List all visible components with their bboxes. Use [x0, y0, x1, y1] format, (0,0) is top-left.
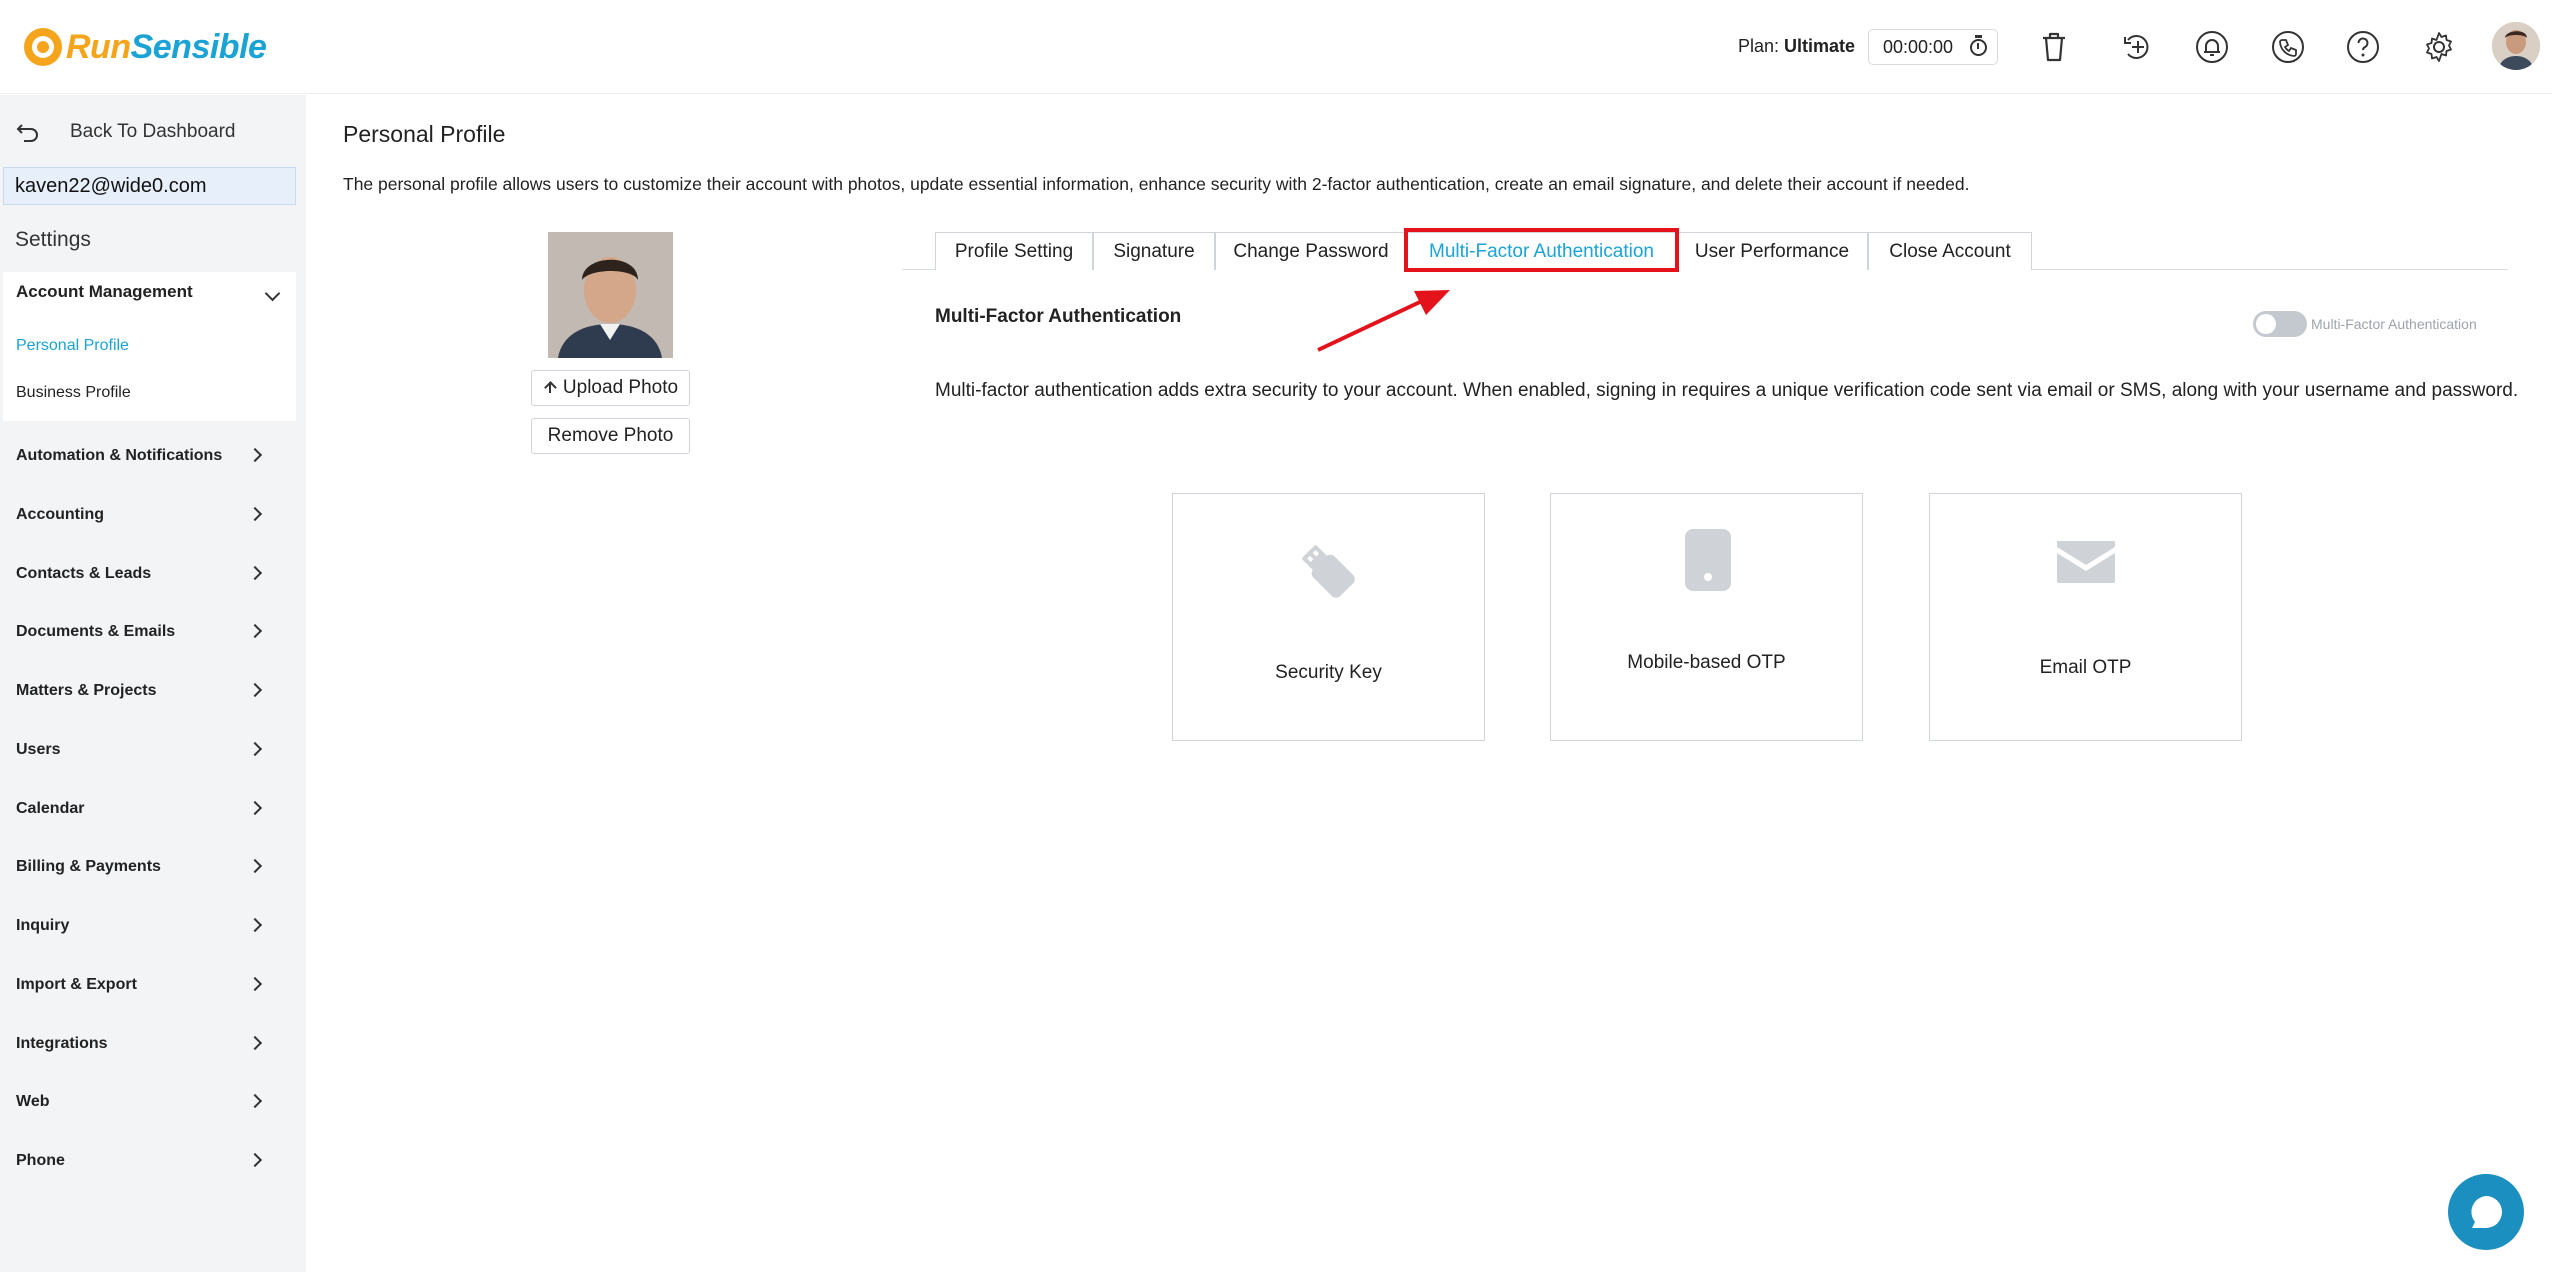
annotation-highlight-box	[1404, 228, 1679, 272]
mfa-description: Multi-factor authentication adds extra s…	[935, 380, 2519, 401]
user-avatar[interactable]	[2492, 22, 2540, 70]
sidebar-group-header[interactable]: Account Management	[16, 282, 193, 302]
mfa-option-label: Mobile-based OTP	[1627, 652, 1786, 673]
plan-prefix: Plan:	[1738, 36, 1785, 56]
chat-bubble-icon	[2471, 1196, 2502, 1228]
undo-arrow-icon	[16, 124, 38, 142]
envelope-icon	[2057, 541, 2115, 583]
sidebar-item-label: Matters & Projects	[16, 682, 157, 699]
mfa-option-mobile-otp[interactable]: Mobile-based OTP	[1550, 493, 1863, 741]
tab-signature[interactable]: Signature	[1093, 232, 1215, 270]
mfa-toggle-label: Multi-Factor Authentication	[2311, 316, 2477, 332]
mfa-option-security-key[interactable]: Security Key	[1172, 493, 1485, 741]
sidebar-item-label: Contacts & Leads	[16, 565, 152, 582]
sidebar-item-label: Inquiry	[16, 917, 70, 934]
chevron-down-icon[interactable]	[264, 285, 281, 302]
settings-gear-icon[interactable]	[2419, 27, 2459, 67]
live-chat-button[interactable]	[2448, 1174, 2524, 1250]
chevron-right-icon	[247, 447, 263, 463]
annotation-arrow	[1317, 290, 1450, 352]
sidebar-group-account-management: Account Management Personal Profile Busi…	[3, 272, 296, 421]
top-header: Run Sensible Plan: Ultimate 00:00:00	[0, 0, 2552, 94]
plan-name: Ultimate	[1784, 36, 1856, 56]
user-email-display: kaven22@wide0.com	[3, 167, 296, 205]
sidebar-item-users[interactable]: Users	[0, 730, 296, 770]
runsensible-logo[interactable]: Run Sensible	[24, 26, 267, 68]
profile-photo	[548, 232, 673, 358]
chevron-right-icon	[247, 623, 263, 639]
help-icon[interactable]	[2343, 27, 2383, 67]
settings-sidebar: Back To Dashboard kaven22@wide0.com Sett…	[0, 95, 306, 1272]
sidebar-item-label: Documents & Emails	[16, 623, 176, 640]
chevron-right-icon	[247, 741, 263, 757]
page-title: Personal Profile	[343, 121, 506, 147]
sidebar-item-label: Billing & Payments	[16, 858, 161, 875]
sidebar-item-import-export[interactable]: Import & Export	[0, 965, 296, 1005]
logo-text-sensible: Sensible	[130, 27, 267, 66]
chevron-right-icon	[247, 1152, 263, 1168]
add-time-entry-icon[interactable]	[2118, 27, 2158, 67]
mfa-option-label: Email OTP	[2039, 657, 2132, 678]
chevron-right-icon	[247, 1093, 263, 1109]
sidebar-item-automation-notifications[interactable]: Automation & Notifications	[0, 436, 296, 476]
back-to-dashboard-link[interactable]: Back To Dashboard	[16, 115, 235, 149]
sidebar-item-label: Automation & Notifications	[16, 447, 223, 464]
mfa-option-email-otp[interactable]: Email OTP	[1929, 493, 2242, 741]
timer-value: 00:00:00	[1883, 36, 1954, 57]
chevron-right-icon	[247, 917, 263, 933]
sidebar-item-label: Web	[16, 1093, 50, 1110]
chevron-right-icon	[247, 976, 263, 992]
tab-profile-setting[interactable]: Profile Setting	[935, 232, 1093, 270]
logo-text-run: Run	[66, 27, 131, 66]
mfa-toggle-switch[interactable]	[2253, 311, 2307, 337]
settings-title: Settings	[15, 228, 91, 251]
logo-icon	[24, 28, 62, 66]
sidebar-item-inquiry[interactable]: Inquiry	[0, 906, 296, 946]
sidebar-item-label: Integrations	[16, 1035, 108, 1052]
sidebar-item-label: Accounting	[16, 506, 104, 523]
time-tracker[interactable]: 00:00:00	[1868, 29, 1998, 65]
upload-photo-button[interactable]: Upload Photo	[531, 370, 690, 406]
chevron-right-icon	[247, 800, 263, 816]
plan-indicator: Plan: Ultimate	[1738, 36, 1855, 57]
sidebar-item-web[interactable]: Web	[0, 1082, 296, 1122]
sidebar-item-business-profile[interactable]: Business Profile	[16, 384, 131, 402]
mfa-option-label: Security Key	[1275, 662, 1382, 683]
mfa-section-title: Multi-Factor Authentication	[935, 306, 1182, 327]
chevron-right-icon	[247, 1035, 263, 1051]
sidebar-item-contacts-leads[interactable]: Contacts & Leads	[0, 554, 296, 594]
mobile-phone-icon	[1685, 529, 1731, 591]
sidebar-item-integrations[interactable]: Integrations	[0, 1024, 296, 1064]
notification-bell-icon[interactable]	[2192, 27, 2232, 67]
sidebar-item-label: Phone	[16, 1152, 65, 1169]
chevron-right-icon	[247, 858, 263, 874]
sidebar-item-accounting[interactable]: Accounting	[0, 495, 296, 535]
back-to-dashboard-label: Back To Dashboard	[70, 121, 236, 142]
stopwatch-icon	[1970, 35, 1987, 56]
trash-icon[interactable]	[2034, 27, 2074, 67]
tab-change-password[interactable]: Change Password	[1215, 232, 1407, 270]
sidebar-item-label: Users	[16, 741, 61, 758]
sidebar-item-calendar[interactable]: Calendar	[0, 789, 296, 829]
sidebar-item-phone[interactable]: Phone	[0, 1141, 296, 1181]
upload-photo-label: Upload Photo	[562, 377, 679, 398]
chevron-right-icon	[247, 565, 263, 581]
chevron-right-icon	[247, 506, 263, 522]
usb-key-icon	[1302, 545, 1355, 598]
phone-call-icon[interactable]	[2268, 27, 2308, 67]
tab-close-account[interactable]: Close Account	[1868, 232, 2032, 270]
sidebar-item-billing-payments[interactable]: Billing & Payments	[0, 847, 296, 887]
tab-user-performance[interactable]: User Performance	[1676, 232, 1868, 270]
remove-photo-button[interactable]: Remove Photo	[531, 418, 690, 454]
chevron-right-icon	[247, 682, 263, 698]
sidebar-item-matters-projects[interactable]: Matters & Projects	[0, 671, 296, 711]
sidebar-item-personal-profile[interactable]: Personal Profile	[16, 337, 129, 355]
sidebar-item-documents-emails[interactable]: Documents & Emails	[0, 612, 296, 652]
sidebar-item-label: Calendar	[16, 800, 85, 817]
sidebar-item-label: Import & Export	[16, 976, 137, 993]
upload-icon	[543, 380, 557, 396]
page-description: The personal profile allows users to cus…	[343, 174, 1970, 194]
